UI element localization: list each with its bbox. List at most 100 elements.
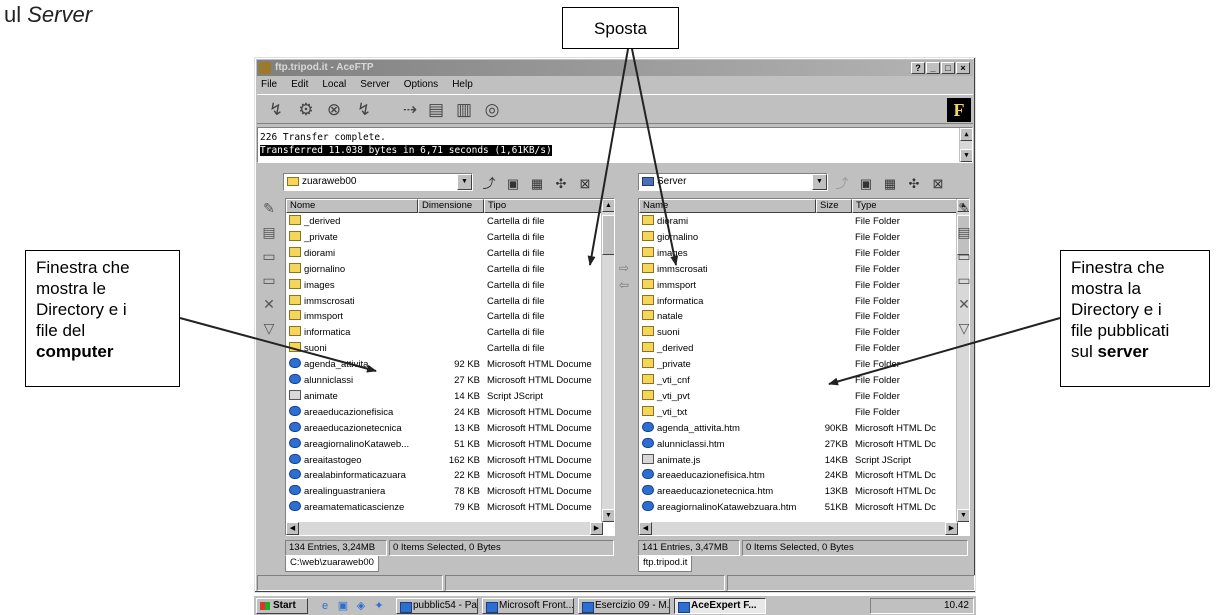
list-item[interactable]: suoni File Folder [639, 326, 958, 340]
col-name-header[interactable]: Name [639, 199, 816, 213]
scroll-up-icon[interactable]: ▲ [960, 128, 972, 141]
edit-file-icon[interactable]: ✎ [259, 198, 279, 218]
list-item[interactable]: areaeducazionetecnica.htm 13KB Microsoft H… [639, 485, 958, 499]
chevron-down-icon[interactable]: ▼ [812, 174, 827, 190]
taskbar-item[interactable]: Microsoft Front... [482, 598, 574, 614]
help-button[interactable]: ? [911, 62, 925, 74]
refresh-icon[interactable]: ✣ [904, 175, 924, 193]
menu-edit[interactable]: Edit [291, 77, 308, 93]
local-file-list[interactable]: Nome Dimensione Tipo _derived Cartella di… [285, 198, 615, 536]
new-folder-icon[interactable]: ▣ [856, 175, 876, 193]
refresh-icon[interactable]: ✣ [551, 175, 571, 193]
scroll-right-icon[interactable]: ▶ [590, 522, 603, 535]
list-item[interactable]: images Cartella di file [286, 278, 603, 293]
list-item[interactable]: arealabinformaticazuara 22 KB Microsoft HT… [286, 469, 603, 483]
site-manager-icon[interactable]: ⚙ [295, 99, 317, 121]
local-path-combo[interactable]: zuaraweb00 ▼ [283, 173, 473, 191]
window-titlebar[interactable]: ftp.tripod.it - AceFTP ? _ □ × [257, 60, 973, 76]
connect-icon[interactable]: ↯ [265, 99, 287, 121]
quicklaunch-icon[interactable]: ✦ [372, 599, 386, 613]
close-button[interactable]: × [956, 62, 970, 74]
maximize-button[interactable]: □ [941, 62, 955, 74]
menu-help[interactable]: Help [452, 77, 473, 93]
desktop-icon[interactable]: ▣ [336, 599, 350, 613]
minimize-button[interactable]: _ [926, 62, 940, 74]
window-icon[interactable]: ▭ [954, 270, 974, 290]
list-item[interactable]: _private Cartella di file [286, 230, 603, 245]
list-item[interactable]: natale File Folder [639, 310, 958, 324]
browser-icon[interactable]: e [318, 599, 332, 613]
view-file-icon[interactable]: ▤ [259, 222, 279, 242]
transfer-icon[interactable]: ⇢ [399, 99, 421, 121]
chevron-down-icon[interactable]: ▼ [457, 174, 472, 190]
view-menu-icon[interactable]: ▦ [527, 175, 547, 193]
list-item[interactable]: immscrosati Cartella di file [286, 294, 603, 309]
window-icon[interactable]: ▭ [259, 270, 279, 290]
filter-icon[interactable]: ▽ [954, 318, 974, 338]
stop-icon[interactable]: ⊗ [323, 99, 345, 121]
col-type-header[interactable]: Tipo [484, 199, 603, 213]
download-arrow-icon[interactable]: ⇦ [617, 278, 631, 292]
list-item[interactable]: giornalino File Folder [639, 230, 958, 245]
start-button[interactable]: Start [256, 598, 308, 614]
scroll-left-icon[interactable]: ◀ [286, 522, 299, 535]
list-item[interactable]: agenda_attivita 92 KB Microsoft HTML Docum… [286, 358, 603, 372]
menu-file[interactable]: File [261, 77, 277, 93]
list-item[interactable]: informatica Cartella di file [286, 326, 603, 340]
log-icon[interactable]: ▥ [453, 99, 475, 121]
list-item[interactable]: animate 14 KB Script JScript [286, 389, 603, 404]
list-item[interactable]: areagiornalinoKatawebzuara.htm 51KB Micros… [639, 501, 958, 515]
scroll-up-icon[interactable]: ▲ [602, 199, 614, 212]
list-item[interactable]: _vti_cnf File Folder [639, 374, 958, 388]
window-layout-icon[interactable]: ▤ [425, 99, 447, 121]
up-folder-icon[interactable]: ⤴ [832, 175, 852, 193]
scroll-down-icon[interactable]: ▼ [957, 509, 969, 522]
view-file-icon[interactable]: ▤ [954, 222, 974, 242]
list-item[interactable]: arealinguastraniera 78 KB Microsoft HTML D… [286, 485, 603, 499]
edit-file-icon[interactable]: ✎ [954, 198, 974, 218]
local-horizontal-scrollbar[interactable]: ◀ ▶ [286, 522, 603, 535]
scroll-right-icon[interactable]: ▶ [945, 522, 958, 535]
log-scrollbar[interactable]: ▲ ▼ [959, 128, 972, 162]
delete-icon[interactable]: ⊠ [575, 175, 595, 193]
list-item[interactable]: _derived File Folder [639, 342, 958, 356]
list-item[interactable]: areamatematicascienze 79 KB Microsoft HTML… [286, 501, 603, 515]
col-size-header[interactable]: Dimensione [418, 199, 484, 213]
up-folder-icon[interactable]: ⤴ [479, 175, 499, 193]
taskbar-item[interactable]: Esercizio 09 - M... [578, 598, 670, 614]
menu-local[interactable]: Local [322, 77, 346, 93]
col-name-header[interactable]: Nome [286, 199, 418, 213]
list-item[interactable]: alunniclassi 27 KB Microsoft HTML Docume [286, 374, 603, 388]
list-item[interactable]: areaeducazionetecnica 13 KB Microsoft HTML… [286, 421, 603, 436]
list-item[interactable]: informatica File Folder [639, 294, 958, 309]
taskbar-item-active[interactable]: AceExpert F... [674, 598, 766, 614]
remote-file-list[interactable]: Name Size Type diorami File Folder giornal… [638, 198, 970, 536]
list-item[interactable]: areagiornalinoKataweb... 51 KB Microsoft H… [286, 437, 603, 452]
find-icon[interactable]: ◎ [481, 99, 503, 121]
open-folder-icon[interactable]: ▭ [954, 246, 974, 266]
col-size-header[interactable]: Size [816, 199, 852, 213]
list-item[interactable]: immscrosati File Folder [639, 262, 958, 277]
list-item[interactable]: giornalino Cartella di file [286, 262, 603, 277]
delete-icon[interactable]: ⊠ [928, 175, 948, 193]
local-vertical-scrollbar[interactable]: ▲ ▼ [601, 199, 614, 522]
menu-options[interactable]: Options [404, 77, 438, 93]
filter-icon[interactable]: ▽ [259, 318, 279, 338]
list-item[interactable]: areaeducazionefisica.htm 24KB Microsoft HT… [639, 469, 958, 483]
scroll-left-icon[interactable]: ◀ [639, 522, 652, 535]
list-item[interactable]: animate.js 14KB Script JScript [639, 453, 958, 468]
local-path-tab[interactable]: C:\web\zuaraweb00 [285, 556, 379, 572]
open-folder-icon[interactable]: ▭ [259, 246, 279, 266]
list-item[interactable]: areaitastogeo 162 KB Microsoft HTML Docume [286, 453, 603, 468]
scroll-thumb[interactable] [602, 215, 614, 255]
menu-server[interactable]: Server [360, 77, 389, 93]
list-item[interactable]: diorami File Folder [639, 215, 958, 229]
list-item[interactable]: diorami Cartella di file [286, 246, 603, 261]
taskbar-item[interactable]: pubblic54 - Paint [396, 598, 478, 614]
new-folder-icon[interactable]: ▣ [503, 175, 523, 193]
col-type-header[interactable]: Type [852, 199, 958, 213]
list-item[interactable]: suoni Cartella di file [286, 342, 603, 356]
list-item[interactable]: _derived Cartella di file [286, 215, 603, 229]
remote-path-tab[interactable]: ftp.tripod.it [638, 556, 693, 572]
list-item[interactable]: immsport Cartella di file [286, 310, 603, 324]
